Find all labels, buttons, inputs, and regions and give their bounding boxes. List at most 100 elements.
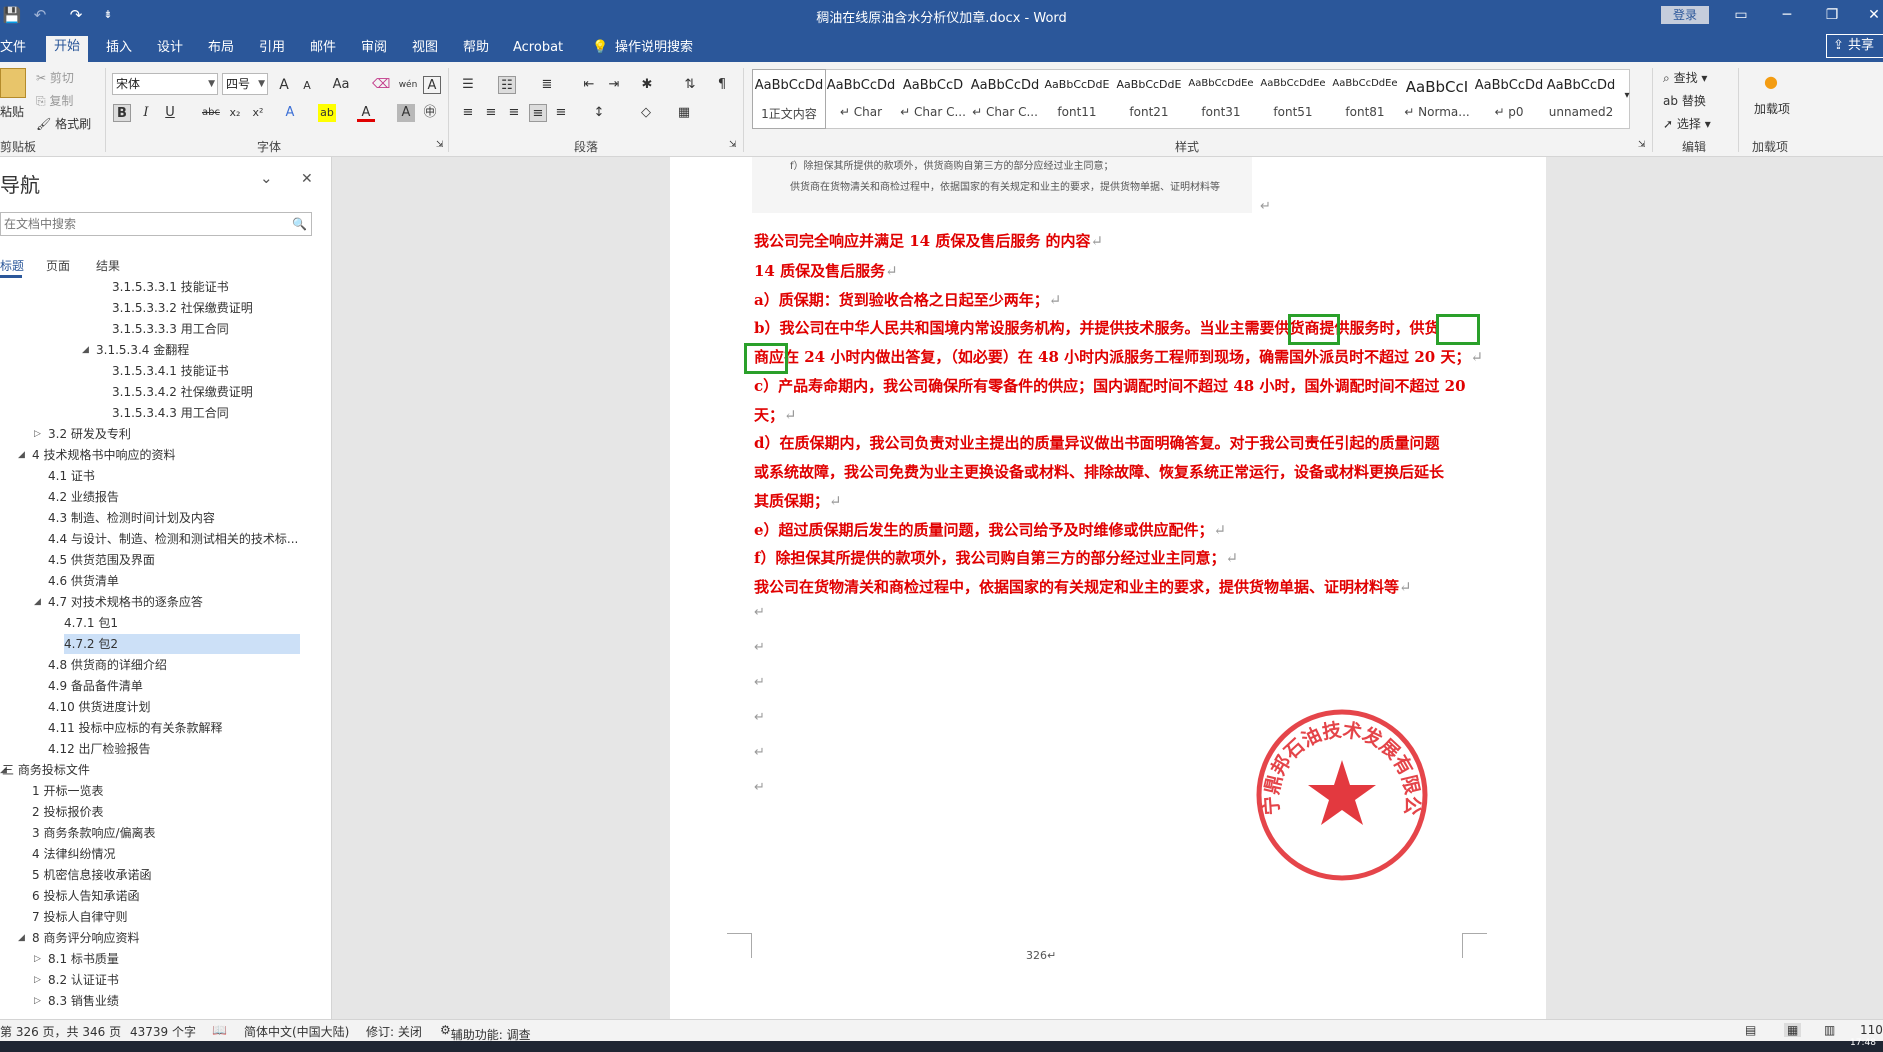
superscript-icon[interactable]: x² [249,104,267,122]
collapse-icon[interactable]: ◢ [82,340,89,360]
nav-tab-headings[interactable]: 标题 [0,257,24,274]
underline-icon[interactable]: U [161,104,179,122]
nav-heading-item[interactable]: 6 投标人告知承诺函 [32,886,139,906]
style-item[interactable]: AaBbCcD ↵ Char C... [897,70,969,128]
addins-button[interactable]: 加载项 [1752,100,1792,117]
read-mode-icon[interactable]: ▤ [1745,1023,1756,1037]
style-item[interactable]: AaBbCcDd ↵ p0 [1473,70,1545,128]
paste-icon[interactable] [0,68,26,98]
character-shading-icon[interactable]: A [397,104,415,122]
expand-icon[interactable]: ▷ [34,949,41,969]
cut-button[interactable]: ✂ 剪切 [36,69,74,86]
styles-more-icon[interactable]: ▾ [1620,87,1634,105]
style-item[interactable]: AaBbCcDdE font11 [1041,70,1113,128]
tab-review[interactable]: 审阅 [353,37,395,62]
nav-heading-item[interactable]: 8 商务评分响应资料 [32,928,139,948]
tab-help[interactable]: 帮助 [455,37,497,62]
phonetic-guide-icon[interactable]: wén [397,76,419,94]
nav-heading-item[interactable]: 4.10 供货进度计划 [48,697,151,717]
tab-view[interactable]: 视图 [404,37,446,62]
shrink-font-icon[interactable]: A [298,77,316,95]
nav-heading-item[interactable]: 8.2 认证证书 [48,970,119,990]
nav-heading-item[interactable]: 4.2 业绩报告 [48,487,119,507]
show-marks-icon[interactable]: ¶ [713,76,731,94]
page-count[interactable]: 第 326 页，共 346 页 [0,1023,121,1040]
expand-icon[interactable]: ▷ [34,991,41,1011]
tab-mailings[interactable]: 邮件 [302,37,344,62]
tab-design[interactable]: 设计 [149,37,191,62]
language[interactable]: 简体中文(中国大陆) [244,1023,349,1040]
line-spacing-icon[interactable]: ↕ [590,104,608,122]
nav-heading-item[interactable]: 4.6 供货清单 [48,571,119,591]
collapse-icon[interactable]: ◢ [18,445,25,465]
bold-icon[interactable]: B [113,104,131,122]
nav-heading-item[interactable]: 4.1 证书 [48,466,95,486]
paste-button[interactable]: 粘贴 [0,103,24,120]
grow-font-icon[interactable]: A [275,76,293,94]
change-case-icon[interactable]: Aa [328,76,354,94]
addins-icon[interactable]: ● [1762,73,1780,91]
web-layout-icon[interactable]: ▥ [1824,1023,1835,1037]
multilevel-list-icon[interactable]: ≣ [538,76,556,94]
style-item[interactable]: AaBbCcDd unnamed2 [1545,70,1617,128]
nav-heading-item[interactable]: 3 商务条款响应/偏离表 [32,823,156,843]
borders-icon[interactable]: ▦ [675,104,693,122]
chinese-layout-icon[interactable]: ✱ [638,76,656,94]
collapse-icon[interactable]: ◢ [34,592,41,612]
tell-me-search[interactable]: 操作说明搜索 [607,37,701,62]
nav-heading-item[interactable]: 4.7.1 包1 [64,613,118,633]
nav-tab-results[interactable]: 结果 [96,257,120,274]
tab-references[interactable]: 引用 [251,37,293,62]
nav-heading-item[interactable]: 4.4 与设计、制造、检测和测试相关的技术标... [48,529,298,549]
nav-heading-item[interactable]: 1 开标一览表 [32,781,103,801]
font-dialog-launcher-icon[interactable]: ⇲ [436,140,444,150]
tab-insert[interactable]: 插入 [98,37,140,62]
nav-heading-item[interactable]: 4.7 对技术规格书的逐条应答 [48,592,203,612]
expand-icon[interactable]: ▷ [34,970,41,990]
style-item[interactable]: AaBbCcDdEe font31 [1185,70,1257,128]
tab-acrobat[interactable]: Acrobat [505,37,571,62]
nav-options-icon[interactable]: ⌄ [260,169,273,187]
nav-heading-item[interactable]: 3.1.5.3.4 金翻程 [96,340,189,360]
text-effects-icon[interactable]: A [281,104,299,122]
collapse-icon[interactable]: ◢ [18,928,25,948]
nav-heading-item[interactable]: 4.12 出厂检验报告 [48,739,151,759]
style-item[interactable]: AaBbCcDd ↵ Char C... [969,70,1041,128]
format-painter-button[interactable]: 🖌 格式刷 [36,115,91,132]
nav-heading-item[interactable]: 7 投标人自律守则 [32,907,127,927]
styles-dialog-launcher-icon[interactable]: ⇲ [1638,140,1646,150]
style-item[interactable]: AaBbCcDdEe font51 [1257,70,1329,128]
justify-icon[interactable]: ≡ [529,104,547,122]
tab-layout[interactable]: 布局 [200,37,242,62]
font-size-combo[interactable]: 四号 ▼ [222,73,268,95]
replace-button[interactable]: ab 替换 [1663,92,1706,109]
nav-heading-item[interactable]: 5 机密信息接收承诺函 [32,865,151,885]
nav-heading-item[interactable]: 4.8 供货商的详细介绍 [48,655,167,675]
minimize-icon[interactable]: ─ [1775,5,1799,25]
increase-indent-icon[interactable]: ⇥ [605,76,623,94]
align-right-icon[interactable]: ≡ [505,104,523,122]
shading-icon[interactable]: ◇ [637,104,655,122]
expand-icon[interactable]: ▷ [34,424,41,444]
style-item[interactable]: AaBbCcDd ↵ Char [825,70,897,128]
share-button[interactable]: ⇪ 共享 [1826,34,1883,58]
nav-heading-item[interactable]: 3.1.5.3.3.3 用工合同 [112,319,229,339]
numbering-icon[interactable]: ☷ [498,76,516,94]
decrease-indent-icon[interactable]: ⇤ [580,76,598,94]
nav-heading-item[interactable]: 4 法律纠纷情况 [32,844,115,864]
login-button[interactable]: 登录 [1661,6,1709,24]
accessibility-status[interactable]: ⚙ 辅助功能: 调查 [440,1023,531,1042]
copy-button[interactable]: ⎘ 复制 [36,92,73,109]
nav-heading-item[interactable]: 3.2 研发及专利 [48,424,131,444]
style-item[interactable]: AaBbCcDd 1正文内容 [752,69,826,129]
highlight-icon[interactable]: ab [318,104,336,122]
close-icon[interactable]: ✕ [1862,5,1883,25]
proofing-icon[interactable]: 📖 [212,1023,227,1037]
close-icon[interactable]: ✕ [301,171,313,187]
nav-heading-item[interactable]: 4.11 投标中应标的有关条款解释 [48,718,223,738]
nav-heading-item[interactable]: 3.1.5.3.4.3 用工合同 [112,403,229,423]
nav-heading-item[interactable]: 4.3 制造、检测时间计划及内容 [48,508,215,528]
enclose-characters-icon[interactable]: ㊥ [421,104,439,122]
search-icon[interactable]: 🔍 [292,213,307,235]
nav-heading-item[interactable]: 8.3 销售业绩 [48,991,119,1011]
